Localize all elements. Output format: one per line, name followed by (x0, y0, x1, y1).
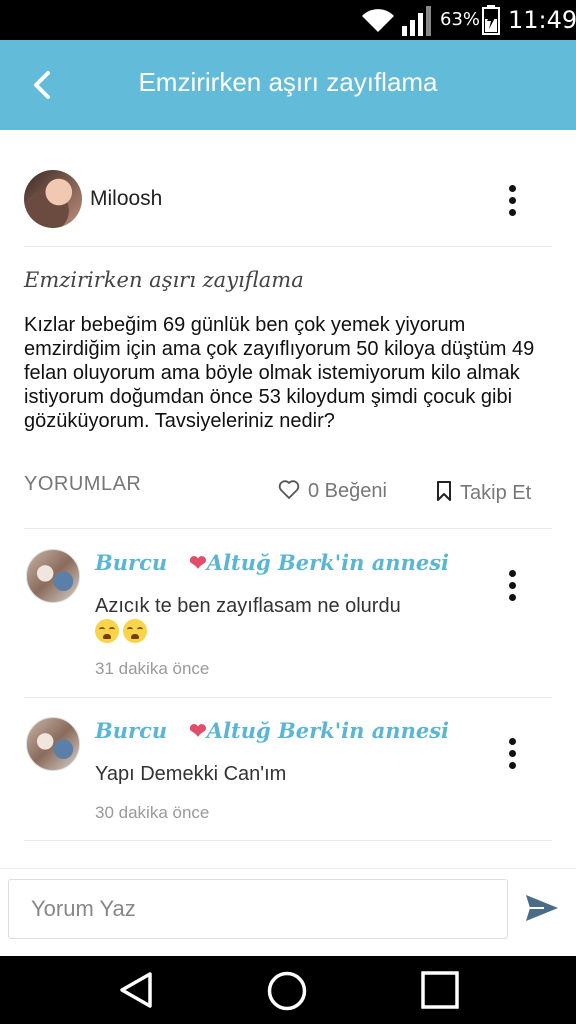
author-avatar[interactable] (24, 170, 82, 228)
comment-author-name: Burcu (95, 718, 168, 743)
weary-face-icon (123, 618, 147, 643)
system-nav-bar (0, 956, 576, 1024)
author-name[interactable]: Miloosh (90, 187, 162, 211)
comment-text: Azıcık te ben zayıflasam ne olurdu (95, 594, 401, 643)
send-icon[interactable] (524, 893, 560, 923)
app-bar: Emzirirken aşırı zayıflama (0, 40, 576, 130)
like-count: 0 Beğeni (308, 480, 387, 502)
divider (24, 528, 552, 529)
comment-input-bar: Yorum Yaz (0, 868, 576, 957)
signal-icon (402, 6, 431, 36)
follow-label: Takip Et (460, 482, 532, 504)
like-button[interactable]: 0 Beğeni (278, 480, 387, 503)
divider (24, 840, 552, 841)
battery-charging-icon (482, 5, 500, 35)
clock: 11:49 (508, 6, 576, 34)
back-triangle-icon[interactable] (116, 970, 156, 1010)
divider (24, 697, 552, 698)
comment-author-subtitle: Altuğ Berk'in annesi (206, 718, 449, 743)
comment-avatar[interactable] (26, 549, 80, 603)
divider (24, 246, 552, 247)
heart-outline-icon (278, 480, 300, 499)
status-bar: 63% 11:49 (0, 0, 576, 40)
page-title: Emzirirken aşırı zayıflama (138, 67, 438, 97)
follow-button[interactable]: Takip Et (436, 480, 531, 505)
post-more-icon[interactable] (509, 185, 517, 219)
comment-more-icon[interactable] (509, 570, 517, 604)
heart-icon: ❤ (189, 718, 207, 743)
comment-input[interactable]: Yorum Yaz (8, 879, 508, 939)
post-title: Emzirirken aşırı zayıflama (24, 268, 304, 292)
comment-text: Yapı Demekki Can'ım (95, 763, 287, 785)
bookmark-icon (437, 481, 451, 501)
comment-author-name: Burcu (95, 550, 168, 575)
comment-author[interactable]: Burcu ❤Altuğ Berk'in annesi (95, 550, 449, 575)
comment-time: 31 dakika önce (95, 659, 210, 678)
comment-author-subtitle: Altuğ Berk'in annesi (206, 550, 449, 575)
home-circle-icon[interactable] (266, 970, 308, 1012)
comment-text-content: Azıcık te ben zayıflasam ne olurdu (95, 595, 401, 617)
post-body: Kızlar bebeğim 69 günlük ben çok yemek y… (24, 314, 535, 432)
comment-time: 30 dakika önce (95, 803, 210, 822)
comment-more-icon[interactable] (509, 738, 517, 772)
wifi-icon (362, 9, 394, 32)
battery-percent: 63% (440, 9, 481, 30)
weary-face-icon (95, 618, 119, 643)
recents-square-icon[interactable] (420, 970, 460, 1010)
comments-label: YORUMLAR (24, 473, 142, 495)
comment-avatar[interactable] (26, 717, 80, 771)
heart-icon: ❤ (189, 550, 207, 575)
comment-author[interactable]: Burcu ❤Altuğ Berk'in annesi (95, 718, 449, 743)
